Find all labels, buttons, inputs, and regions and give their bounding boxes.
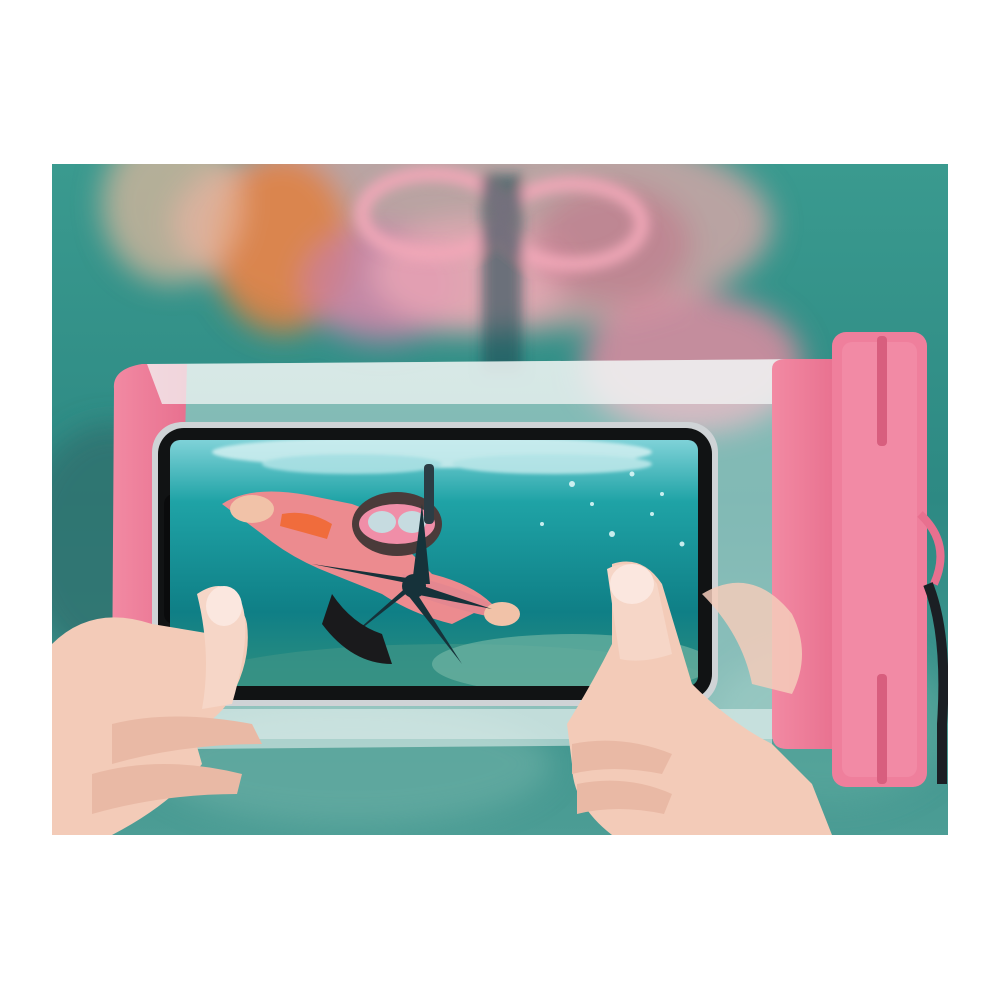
photo-illustration (52, 164, 948, 835)
product-photo (52, 164, 948, 835)
pouch-top-rim (147, 359, 822, 404)
latch-slot-top (877, 336, 887, 446)
latch-slot-bottom (877, 674, 887, 784)
page (0, 0, 1000, 1000)
